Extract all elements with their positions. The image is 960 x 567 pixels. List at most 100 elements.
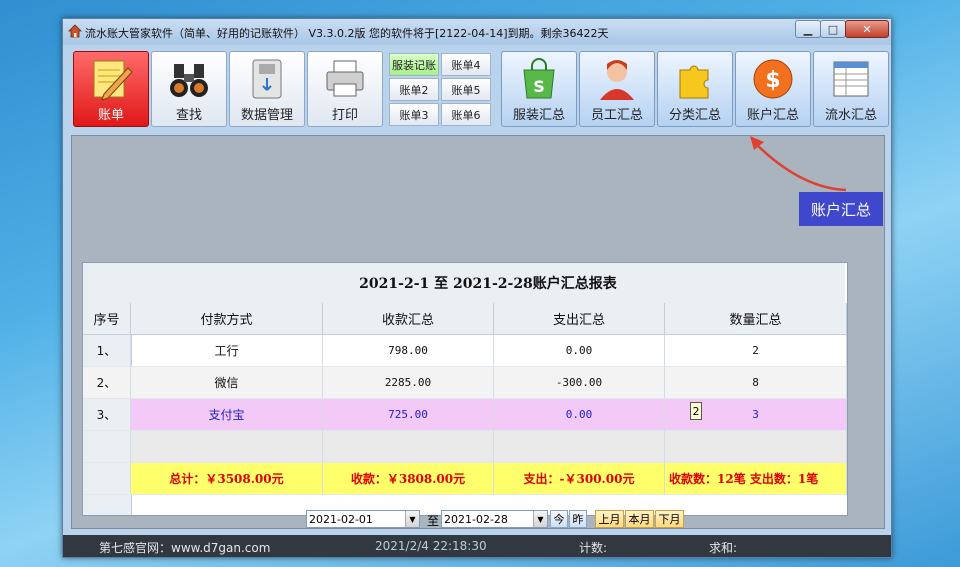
report-table: 2021-2-1 至 2021-2-28账户汇总报表 序号 付款方式 收款汇总 … [82,262,848,516]
binoculars-icon [170,64,208,97]
search-label: 查找 [175,108,202,123]
ledger-3-button[interactable]: 账单3 [389,103,439,126]
date-from-select[interactable]: 2021-02-01 ▼ [306,510,420,528]
empty-cell [131,431,323,463]
data-manage-label: 数据管理 [240,108,293,123]
expense-cell[interactable]: 0.00 [494,335,665,367]
printer-icon [326,60,364,97]
report-title: 2021-2-1 至 2021-2-28账户汇总报表 [131,263,845,303]
maximize-button[interactable]: □ [820,20,846,38]
table-row[interactable]: 1、 工行 798.00 0.00 2 [83,335,847,367]
payment-method-cell[interactable]: 支付宝 [131,399,323,431]
notepad-pencil-icon [93,60,133,101]
category-summary-label: 分类汇总 [668,108,721,123]
window-title: 流水账大管家软件（简单、好用的记账软件） V3.3.0.2版 您的软件将于[21… [85,27,609,40]
col-header-expense: 支出汇总 [494,303,665,335]
ledger-2-button[interactable]: 账单2 [389,78,439,101]
expense-total-cell: 支出：-￥300.00元 [494,463,665,495]
range-separator: 至 [427,514,440,528]
bill-label: 账单 [97,108,124,123]
chevron-down-icon[interactable]: ▼ [533,511,547,527]
staff-summary-button[interactable]: 员工汇总 [579,51,655,127]
staff-summary-label: 员工汇总 [590,108,643,123]
expense-cell[interactable]: 0.00 [494,399,665,431]
svg-text:S: S [533,77,545,96]
count-cell[interactable]: 8 [665,367,847,399]
next-month-button[interactable]: 下月 [655,510,684,528]
puzzle-icon [679,65,709,99]
count-total-cell: 收款数：12笔 支出数：1笔 [665,463,847,495]
col-header-income: 收款汇总 [323,303,494,335]
clothing-summary-label: 服装汇总 [512,108,565,123]
cell-edit-marker: 2 [690,402,702,420]
close-button[interactable]: ✕ [845,20,889,38]
flow-summary-label: 流水汇总 [824,108,877,123]
svg-text:$: $ [765,68,780,93]
row-index [83,431,131,463]
payment-method-cell[interactable]: 微信 [131,367,323,399]
callout-arrow-icon [750,136,847,192]
row-index [83,463,131,495]
row-index: 1、 [83,335,131,367]
house-icon [68,24,82,38]
annotation-callout: 账户汇总 [799,192,883,226]
header-row: 序号 付款方式 收款汇总 支出汇总 数量汇总 [83,303,847,335]
date-filter-bar: 2021-02-01 ▼ 至 2021-02-28 ▼ 今 昨 上月 本月 下月 [71,510,883,530]
empty-row [83,431,847,463]
table-row-selected[interactable]: 3、 支付宝 725.00 0.00 3 [83,399,847,431]
title-bar[interactable]: 流水账大管家软件（简单、好用的记账软件） V3.3.0.2版 您的软件将于[21… [63,19,891,45]
yesterday-button[interactable]: 昨 [569,510,587,528]
total-cell: 总计：￥3508.00元 [131,463,323,495]
dollar-coin-icon: $ [753,59,793,99]
col-header-count: 数量汇总 [665,303,847,335]
ledger-6-button[interactable]: 账单6 [441,103,491,126]
prev-month-button[interactable]: 上月 [595,510,624,528]
table-row[interactable]: 2、 微信 2285.00 -300.00 8 [83,367,847,399]
count-label: 计数: [579,541,608,555]
flow-summary-button[interactable]: 流水汇总 [813,51,889,127]
clothing-summary-button[interactable]: S 服装汇总 [501,51,577,127]
sum-label: 求和: [709,541,738,555]
account-summary-button[interactable]: $ 账户汇总 [735,51,811,127]
row-index: 2、 [83,367,131,399]
category-summary-button[interactable]: 分类汇总 [657,51,733,127]
app-window: 流水账大管家软件（简单、好用的记账软件） V3.3.0.2版 您的软件将于[21… [62,18,892,558]
ledger-5-button[interactable]: 账单5 [441,78,491,101]
income-cell[interactable]: 2285.00 [323,367,494,399]
expense-cell[interactable]: -300.00 [494,367,665,399]
empty-cell [323,431,494,463]
shopping-bag-icon: S [523,58,555,99]
col-header-index: 序号 [83,303,131,335]
ledger-fuzhuang-button[interactable]: 服装记账 [389,53,439,76]
col-header-method: 付款方式 [131,303,323,335]
date-from-value: 2021-02-01 [309,512,373,526]
toolbar: 账单 查找 数据管理 打印 服装记账 账单4 账单2 账单5 账单3 账单6 S… [71,49,889,131]
payment-method-cell[interactable]: 工行 [131,335,323,367]
totals-row: 总计：￥3508.00元 收款：￥3808.00元 支出：-￥300.00元 收… [83,463,847,495]
count-cell[interactable]: 2 [665,335,847,367]
usb-drive-icon [252,59,282,99]
today-button[interactable]: 今 [550,510,568,528]
search-button[interactable]: 查找 [151,51,227,127]
data-manage-button[interactable]: 数据管理 [229,51,305,127]
this-month-button[interactable]: 本月 [625,510,654,528]
empty-cell [494,431,665,463]
status-bar: 第七感官网：www.d7gan.com 2021/2/4 22:18:30 计数… [63,535,891,557]
datetime-text: 2021/2/4 22:18:30 [375,539,487,553]
person-icon [600,60,634,100]
print-button[interactable]: 打印 [307,51,383,127]
ledger-switcher: 服装记账 账单4 账单2 账单5 账单3 账单6 [389,51,493,127]
account-summary-label: 账户汇总 [746,108,799,123]
bill-button[interactable]: 账单 [73,51,149,127]
chevron-down-icon[interactable]: ▼ [405,511,419,527]
minimize-button[interactable]: ▁ [795,20,821,38]
print-label: 打印 [331,108,358,123]
date-to-select[interactable]: 2021-02-28 ▼ [441,510,548,528]
empty-row [83,495,847,509]
income-cell[interactable]: 798.00 [323,335,494,367]
row-index: 3、 [83,399,131,431]
empty-cell [665,431,847,463]
income-cell[interactable]: 725.00 [323,399,494,431]
ledger-4-button[interactable]: 账单4 [441,53,491,76]
website-text[interactable]: 第七感官网：www.d7gan.com [99,539,270,556]
